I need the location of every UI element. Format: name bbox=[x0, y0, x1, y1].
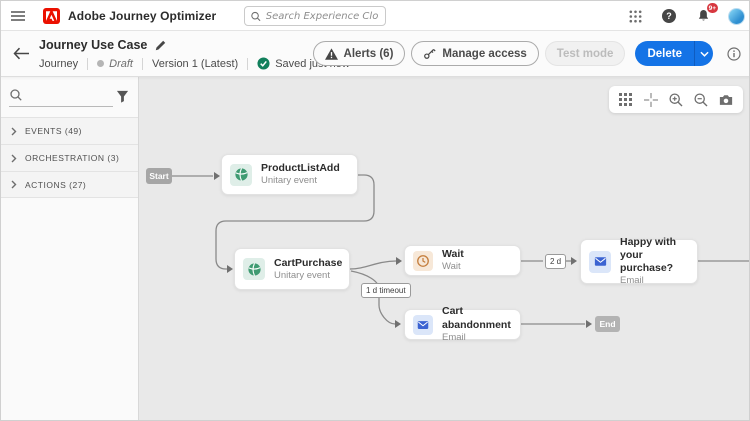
help-icon[interactable]: ? bbox=[660, 7, 678, 25]
menu-icon[interactable] bbox=[1, 1, 35, 31]
email-icon bbox=[589, 251, 611, 273]
node-subtitle: Wait bbox=[442, 261, 464, 273]
delete-split-button: Delete bbox=[635, 41, 713, 66]
center-view-icon[interactable] bbox=[641, 90, 661, 110]
search-input[interactable] bbox=[266, 11, 379, 22]
journey-header: Journey Use Case Journey Draft Version 1… bbox=[1, 31, 750, 77]
node-subtitle: Email bbox=[620, 275, 689, 287]
sidebar-section-orchestration[interactable]: ORCHESTRATION (3) bbox=[1, 144, 138, 171]
notification-badge: 9+ bbox=[707, 3, 718, 13]
status-dot bbox=[97, 60, 104, 67]
chevron-down-icon bbox=[700, 51, 709, 57]
node-product-list-add[interactable]: ProductListAdd Unitary event bbox=[221, 154, 358, 195]
palette-search-input[interactable] bbox=[9, 85, 113, 107]
bell-icon[interactable]: 9+ bbox=[694, 7, 712, 25]
wait-duration-edge-label: 2 d bbox=[545, 254, 566, 269]
sidebar-section-actions[interactable]: ACTIONS (27) bbox=[1, 171, 138, 198]
node-title: Wait bbox=[442, 248, 464, 261]
saved-check-icon bbox=[257, 57, 270, 70]
timeout-edge-label: 1 d timeout bbox=[361, 283, 411, 298]
divider bbox=[142, 58, 143, 70]
alerts-button[interactable]: Alerts (6) bbox=[313, 41, 406, 66]
delete-more-button[interactable] bbox=[694, 41, 713, 66]
warning-triangle-icon bbox=[325, 48, 338, 60]
back-arrow-icon[interactable] bbox=[13, 47, 31, 61]
divider bbox=[87, 58, 88, 70]
chevron-right-icon bbox=[11, 180, 17, 189]
node-happy-with-purchase[interactable]: Happy with your purchase? Email bbox=[580, 239, 698, 284]
sidebar-section-events[interactable]: EVENTS (49) bbox=[1, 117, 138, 144]
chevron-right-icon bbox=[11, 154, 17, 163]
node-title: Happy with your purchase? bbox=[620, 236, 689, 275]
manage-access-button[interactable]: Manage access bbox=[411, 41, 538, 66]
node-subtitle: Email bbox=[442, 332, 512, 344]
divider bbox=[247, 58, 248, 70]
node-cart-purchase[interactable]: CartPurchase Unitary event bbox=[234, 248, 350, 290]
page-title: Journey Use Case bbox=[39, 38, 147, 52]
clock-icon bbox=[413, 251, 433, 271]
node-title: CartPurchase bbox=[274, 257, 342, 270]
key-icon bbox=[423, 47, 436, 60]
top-navigation-bar: Adobe Journey Optimizer ? 9+ bbox=[1, 1, 750, 31]
node-wait[interactable]: Wait Wait bbox=[404, 245, 521, 276]
node-subtitle: Unitary event bbox=[274, 270, 342, 282]
node-title: Cart abandonment bbox=[442, 305, 512, 331]
node-title: ProductListAdd bbox=[261, 162, 340, 175]
info-icon[interactable] bbox=[727, 47, 741, 61]
delete-button[interactable]: Delete bbox=[635, 41, 694, 66]
start-node: Start bbox=[146, 168, 172, 184]
version-label: Version 1 (Latest) bbox=[152, 58, 238, 70]
journey-canvas[interactable]: Start ProductListAdd Unitary event CartP… bbox=[139, 77, 750, 421]
email-icon bbox=[413, 315, 433, 335]
topbar-actions: ? 9+ bbox=[626, 1, 745, 31]
globe-event-icon bbox=[230, 164, 252, 186]
grid-view-icon[interactable] bbox=[616, 90, 636, 110]
search-icon bbox=[251, 11, 261, 22]
adobe-logo bbox=[43, 8, 60, 24]
zoom-in-icon[interactable] bbox=[666, 90, 686, 110]
app-title: Adobe Journey Optimizer bbox=[68, 9, 216, 23]
object-type-label: Journey bbox=[39, 58, 78, 70]
adobe-journey-optimizer-window: Adobe Journey Optimizer ? 9+ Journey Use… bbox=[0, 0, 750, 421]
edit-pencil-icon[interactable] bbox=[155, 40, 166, 51]
zoom-out-icon[interactable] bbox=[691, 90, 711, 110]
test-mode-button[interactable]: Test mode bbox=[545, 41, 626, 66]
node-subtitle: Unitary event bbox=[261, 175, 340, 187]
snapshot-icon[interactable] bbox=[716, 90, 736, 110]
chevron-right-icon bbox=[11, 127, 17, 136]
palette-sidebar: EVENTS (49) ORCHESTRATION (3) ACTIONS (2… bbox=[1, 77, 139, 421]
end-node: End bbox=[595, 316, 620, 332]
status-label: Draft bbox=[109, 58, 133, 70]
node-cart-abandonment[interactable]: Cart abandonment Email bbox=[404, 309, 521, 340]
avatar[interactable] bbox=[728, 8, 745, 25]
filter-funnel-icon[interactable] bbox=[114, 88, 130, 104]
globe-event-icon bbox=[243, 258, 265, 280]
app-brand: Adobe Journey Optimizer bbox=[43, 8, 216, 24]
global-search[interactable] bbox=[244, 6, 386, 26]
canvas-toolbar bbox=[609, 86, 743, 113]
app-switcher-icon[interactable] bbox=[626, 7, 644, 25]
status-badge: Draft bbox=[97, 58, 133, 70]
